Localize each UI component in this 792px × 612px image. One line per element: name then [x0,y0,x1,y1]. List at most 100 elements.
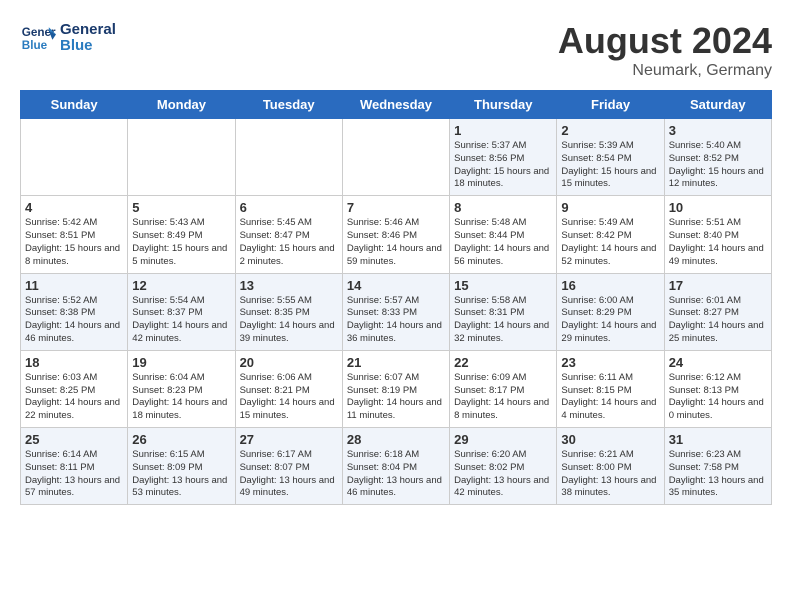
calendar-cell: 1 Sunrise: 5:37 AM Sunset: 8:56 PM Daylig… [450,119,557,196]
calendar-table: SundayMondayTuesdayWednesdayThursdayFrid… [20,90,772,505]
day-header-thursday: Thursday [450,91,557,119]
calendar-cell: 25 Sunrise: 6:14 AM Sunset: 8:11 PM Dayli… [21,428,128,505]
calendar-cell: 15Sunrise: 5:58 AM Sunset: 8:31 PM Dayli… [450,273,557,350]
day-number: 8 [454,200,552,215]
cell-content: Sunrise: 5:46 AM Sunset: 8:46 PM Dayligh… [347,217,445,268]
cell-content: Sunrise: 6:00 AM Sunset: 8:29 PM Dayligh… [561,295,659,346]
calendar-cell [235,119,342,196]
calendar-cell: 11 Sunrise: 5:52 AM Sunset: 8:38 PM Dayli… [21,273,128,350]
cell-content: Sunrise: 6:03 AM Sunset: 8:25 PM Dayligh… [25,372,123,423]
calendar-cell: 8 Sunrise: 5:48 AM Sunset: 8:44 PM Daylig… [450,196,557,273]
day-number: 21 [347,355,445,370]
cell-content: Sunrise: 6:01 AM Sunset: 8:27 PM Dayligh… [669,295,767,346]
day-number: 29 [454,432,552,447]
cell-content: Sunrise: 6:18 AM Sunset: 8:04 PM Dayligh… [347,449,445,500]
calendar-cell: 14Sunrise: 5:57 AM Sunset: 8:33 PM Dayli… [342,273,449,350]
day-number: 4 [25,200,123,215]
cell-content: Sunrise: 5:51 AM Sunset: 8:40 PM Dayligh… [669,217,767,268]
calendar-week-2: 4Sunrise: 5:42 AM Sunset: 8:51 PM Daylig… [21,196,772,273]
calendar-cell: 2 Sunrise: 5:39 AM Sunset: 8:54 PM Daylig… [557,119,664,196]
day-number: 14 [347,278,445,293]
calendar-cell: 29Sunrise: 6:20 AM Sunset: 8:02 PM Dayli… [450,428,557,505]
calendar-cell: 26Sunrise: 6:15 AM Sunset: 8:09 PM Dayli… [128,428,235,505]
cell-content: Sunrise: 5:40 AM Sunset: 8:52 PM Dayligh… [669,140,767,191]
cell-content: Sunrise: 5:45 AM Sunset: 8:47 PM Dayligh… [240,217,338,268]
day-number: 7 [347,200,445,215]
cell-content: Sunrise: 5:58 AM Sunset: 8:31 PM Dayligh… [454,295,552,346]
cell-content: Sunrise: 6:12 AM Sunset: 8:13 PM Dayligh… [669,372,767,423]
calendar-cell: 22Sunrise: 6:09 AM Sunset: 8:17 PM Dayli… [450,350,557,427]
header-row: SundayMondayTuesdayWednesdayThursdayFrid… [21,91,772,119]
cell-content: Sunrise: 6:21 AM Sunset: 8:00 PM Dayligh… [561,449,659,500]
day-number: 24 [669,355,767,370]
cell-content: Sunrise: 5:52 AM Sunset: 8:38 PM Dayligh… [25,295,123,346]
calendar-subtitle: Neumark, Germany [558,62,772,80]
calendar-cell: 30 Sunrise: 6:21 AM Sunset: 8:00 PM Dayli… [557,428,664,505]
calendar-cell: 21 Sunrise: 6:07 AM Sunset: 8:19 PM Dayli… [342,350,449,427]
cell-content: Sunrise: 6:14 AM Sunset: 8:11 PM Dayligh… [25,449,123,500]
day-number: 2 [561,123,659,138]
cell-content: Sunrise: 5:43 AM Sunset: 8:49 PM Dayligh… [132,217,230,268]
cell-content: Sunrise: 6:11 AM Sunset: 8:15 PM Dayligh… [561,372,659,423]
day-number: 22 [454,355,552,370]
day-number: 26 [132,432,230,447]
day-number: 1 [454,123,552,138]
day-header-saturday: Saturday [664,91,771,119]
day-number: 5 [132,200,230,215]
calendar-cell [128,119,235,196]
day-header-sunday: Sunday [21,91,128,119]
calendar-cell: 23Sunrise: 6:11 AM Sunset: 8:15 PM Dayli… [557,350,664,427]
calendar-week-1: 1 Sunrise: 5:37 AM Sunset: 8:56 PM Daylig… [21,119,772,196]
cell-content: Sunrise: 5:54 AM Sunset: 8:37 PM Dayligh… [132,295,230,346]
calendar-cell: 16Sunrise: 6:00 AM Sunset: 8:29 PM Dayli… [557,273,664,350]
logo-icon: General Blue [20,20,56,56]
calendar-week-3: 11 Sunrise: 5:52 AM Sunset: 8:38 PM Dayli… [21,273,772,350]
day-number: 25 [25,432,123,447]
calendar-cell: 7 Sunrise: 5:46 AM Sunset: 8:46 PM Daylig… [342,196,449,273]
calendar-cell: 24 Sunrise: 6:12 AM Sunset: 8:13 PM Dayli… [664,350,771,427]
cell-content: Sunrise: 5:37 AM Sunset: 8:56 PM Dayligh… [454,140,552,191]
calendar-cell: 31Sunrise: 6:23 AM Sunset: 7:58 PM Dayli… [664,428,771,505]
cell-content: Sunrise: 6:06 AM Sunset: 8:21 PM Dayligh… [240,372,338,423]
cell-content: Sunrise: 6:23 AM Sunset: 7:58 PM Dayligh… [669,449,767,500]
calendar-cell: 27 Sunrise: 6:17 AM Sunset: 8:07 PM Dayli… [235,428,342,505]
day-header-tuesday: Tuesday [235,91,342,119]
logo-line2: Blue [60,38,116,55]
cell-content: Sunrise: 6:17 AM Sunset: 8:07 PM Dayligh… [240,449,338,500]
calendar-cell: 12 Sunrise: 5:54 AM Sunset: 8:37 PM Dayli… [128,273,235,350]
calendar-cell [342,119,449,196]
calendar-cell: 4Sunrise: 5:42 AM Sunset: 8:51 PM Daylig… [21,196,128,273]
calendar-cell: 13 Sunrise: 5:55 AM Sunset: 8:35 PM Dayli… [235,273,342,350]
cell-content: Sunrise: 6:04 AM Sunset: 8:23 PM Dayligh… [132,372,230,423]
calendar-header: SundayMondayTuesdayWednesdayThursdayFrid… [21,91,772,119]
calendar-cell: 20 Sunrise: 6:06 AM Sunset: 8:21 PM Dayli… [235,350,342,427]
day-number: 11 [25,278,123,293]
calendar-cell: 18 Sunrise: 6:03 AM Sunset: 8:25 PM Dayli… [21,350,128,427]
cell-content: Sunrise: 5:39 AM Sunset: 8:54 PM Dayligh… [561,140,659,191]
cell-content: Sunrise: 6:07 AM Sunset: 8:19 PM Dayligh… [347,372,445,423]
day-number: 10 [669,200,767,215]
day-number: 19 [132,355,230,370]
day-number: 3 [669,123,767,138]
calendar-week-4: 18 Sunrise: 6:03 AM Sunset: 8:25 PM Dayli… [21,350,772,427]
calendar-cell: 10 Sunrise: 5:51 AM Sunset: 8:40 PM Dayli… [664,196,771,273]
title-block: August 2024 Neumark, Germany [558,20,772,80]
calendar-week-5: 25 Sunrise: 6:14 AM Sunset: 8:11 PM Dayli… [21,428,772,505]
day-number: 13 [240,278,338,293]
day-number: 20 [240,355,338,370]
day-number: 30 [561,432,659,447]
calendar-cell: 17 Sunrise: 6:01 AM Sunset: 8:27 PM Dayli… [664,273,771,350]
calendar-cell: 5 Sunrise: 5:43 AM Sunset: 8:49 PM Daylig… [128,196,235,273]
day-number: 17 [669,278,767,293]
day-header-friday: Friday [557,91,664,119]
day-number: 18 [25,355,123,370]
calendar-cell [21,119,128,196]
day-number: 12 [132,278,230,293]
calendar-cell: 3 Sunrise: 5:40 AM Sunset: 8:52 PM Daylig… [664,119,771,196]
cell-content: Sunrise: 5:55 AM Sunset: 8:35 PM Dayligh… [240,295,338,346]
day-number: 28 [347,432,445,447]
cell-content: Sunrise: 5:48 AM Sunset: 8:44 PM Dayligh… [454,217,552,268]
calendar-cell: 9Sunrise: 5:49 AM Sunset: 8:42 PM Daylig… [557,196,664,273]
day-number: 9 [561,200,659,215]
day-number: 27 [240,432,338,447]
